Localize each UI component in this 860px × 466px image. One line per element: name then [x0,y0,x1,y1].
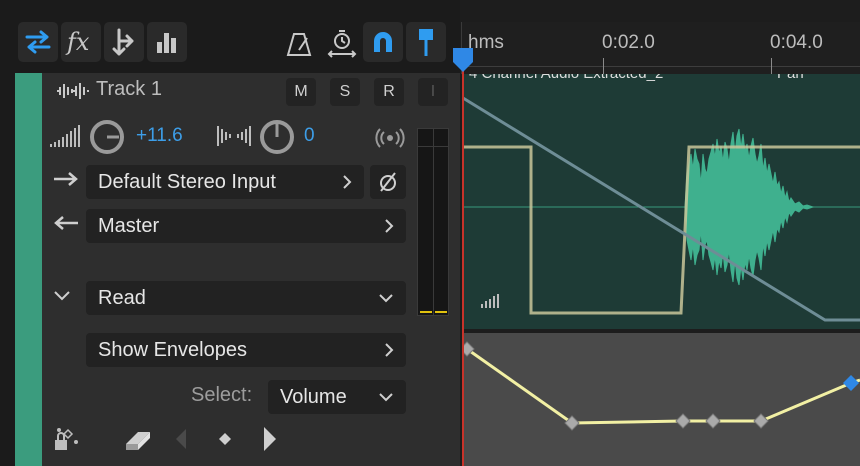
audio-clip[interactable]: 4 Channel Audio Extracted_2 Pan [463,74,860,329]
chevron-down-icon [379,294,393,303]
clip-waveform-view [463,96,860,322]
input-monitor-button[interactable]: I [418,78,448,106]
select-label: Select: [191,384,253,406]
waveform [684,128,815,286]
marker-button[interactable] [406,22,446,62]
volume-icon [50,125,80,147]
sends-icon [112,28,134,56]
mute-button[interactable]: M [286,78,316,106]
automation-mode-dropdown[interactable]: Read [86,281,406,315]
playhead-handle[interactable] [451,46,475,74]
svg-text:fx: fx [65,28,90,56]
output-dropdown[interactable]: Master [86,209,406,243]
metronome-icon[interactable] [285,30,313,62]
polarity-invert-button[interactable] [370,165,406,199]
eq-icon [157,33,176,53]
eq-button[interactable] [147,22,187,62]
output-arrow-icon [54,216,78,230]
clip-gain-icon [481,294,499,308]
snap-button[interactable] [363,22,403,62]
show-envelopes-label: Show Envelopes [98,338,247,361]
record-arm-button[interactable]: R [374,78,404,106]
previous-keyframe-icon[interactable] [174,428,188,450]
pan-icon [217,126,251,146]
volume-knob[interactable] [88,118,126,156]
playhead-line [462,62,464,466]
next-keyframe-icon[interactable] [262,426,278,452]
ruler-tick-2s: 0:02.0 [602,32,655,53]
track-color-stripe [15,73,42,466]
level-meter [417,128,449,316]
chevron-right-icon [343,175,352,189]
volume-value[interactable]: +11.6 [136,125,183,147]
input-output-icon [25,30,51,54]
timeline-ruler[interactable]: hms 0:02.0 0:04.0 [461,22,860,74]
ruler-tick-4s: 0:04.0 [770,32,823,53]
keyframe [675,413,691,429]
polarity-icon [380,172,396,192]
input-label: Default Stereo Input [98,170,276,193]
fx-icon: fx [65,28,90,56]
keyframe [753,413,769,429]
show-envelopes-dropdown[interactable]: Show Envelopes [86,333,406,367]
loop-record-icon[interactable] [326,28,358,64]
parameter-select-label: Volume [280,385,347,408]
snap-icon [374,32,392,52]
collapse-automation-icon[interactable] [53,290,71,302]
input-arrow-icon [54,172,78,186]
volume-envelope [463,145,860,315]
waveform-track-icon [57,83,89,99]
track-name[interactable]: Track 1 [96,78,162,101]
selected-keyframe [843,375,859,391]
parameter-select-dropdown[interactable]: Volume [268,380,406,414]
chevron-down-icon [379,393,393,402]
automation-lane[interactable] [463,333,860,466]
sends-button[interactable] [104,22,144,62]
pan-knob[interactable] [258,118,296,156]
add-keyframe-icon[interactable] [216,430,234,448]
chevron-right-icon [385,219,394,233]
input-dropdown[interactable]: Default Stereo Input [86,165,364,199]
output-label: Master [98,214,160,237]
protect-keyframes-icon[interactable] [52,424,82,454]
chevron-right-icon [385,343,394,357]
eraser-icon[interactable] [122,424,158,454]
automation-envelope-view [463,341,860,431]
input-output-button[interactable] [18,22,58,62]
keyframe [705,413,721,429]
solo-button[interactable]: S [330,78,360,106]
marker-icon [419,29,433,56]
automation-mode-label: Read [98,286,146,309]
stereo-broadcast-icon[interactable] [374,128,406,148]
effects-button[interactable]: fx [61,22,101,62]
lane-envelope [466,347,860,425]
multitrack-editor: { "toolbar": { "icons": ["input-output-i… [0,0,860,466]
pan-value[interactable]: 0 [304,125,315,147]
